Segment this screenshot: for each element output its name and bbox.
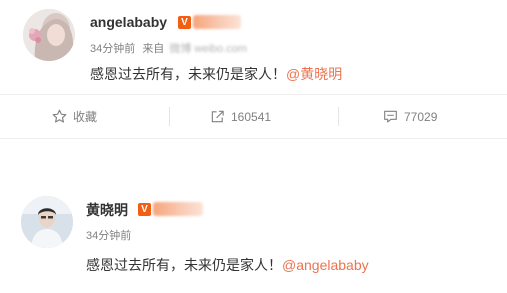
- repost-icon: [211, 110, 224, 123]
- post-meta: 34分钟前 来自 微博 weibo.com: [90, 40, 247, 56]
- verified-badge-icon: V: [138, 203, 151, 216]
- membership-badge-icon: [193, 15, 241, 29]
- post-time[interactable]: 34分钟前: [86, 230, 131, 242]
- comment-icon: [384, 110, 397, 123]
- post-source-label: 来自: [142, 43, 165, 55]
- comment-count: 77029: [404, 109, 438, 124]
- repost-count: 160541: [231, 109, 272, 124]
- post-text: 感恩过去所有，未来仍是家人！@angelababy: [86, 255, 369, 275]
- post-text: 感恩过去所有，未来仍是家人！@黄晓明: [90, 64, 342, 84]
- post-body: 感恩过去所有，未来仍是家人！: [86, 257, 282, 273]
- post-body: 感恩过去所有，未来仍是家人！: [90, 66, 286, 82]
- author-name[interactable]: angelababy: [90, 14, 167, 30]
- author-name[interactable]: 黄晓明: [86, 200, 128, 220]
- post-meta: 34分钟前: [86, 227, 131, 243]
- weibo-post-angelababy: angelababy V 34分钟前 来自 微博 weibo.com 感恩过去所…: [0, 0, 507, 140]
- divider: [0, 138, 507, 139]
- verified-badge-icon: V: [178, 16, 191, 29]
- mention-link[interactable]: @angelababy: [282, 257, 369, 273]
- favorite-label: 收藏: [73, 110, 98, 124]
- weibo-post-huangxiaoming: 黄晓明 V 34分钟前 感恩过去所有，未来仍是家人！@angelababy: [0, 190, 507, 293]
- membership-badge-icon: [153, 202, 203, 216]
- post-source-client[interactable]: 微博 weibo.com: [169, 43, 247, 55]
- mention-link[interactable]: @黄晓明: [286, 66, 342, 82]
- comment-button[interactable]: 77029: [383, 95, 437, 138]
- star-icon: [52, 109, 67, 123]
- author-avatar[interactable]: [21, 196, 73, 248]
- favorite-button[interactable]: 收藏: [52, 95, 97, 138]
- author-avatar[interactable]: [23, 9, 75, 61]
- post-action-bar: 收藏 160541 77029: [0, 95, 507, 138]
- action-separator: [338, 107, 339, 126]
- action-separator: [169, 107, 170, 126]
- post-time[interactable]: 34分钟前: [90, 43, 135, 55]
- repost-button[interactable]: 160541: [210, 95, 271, 138]
